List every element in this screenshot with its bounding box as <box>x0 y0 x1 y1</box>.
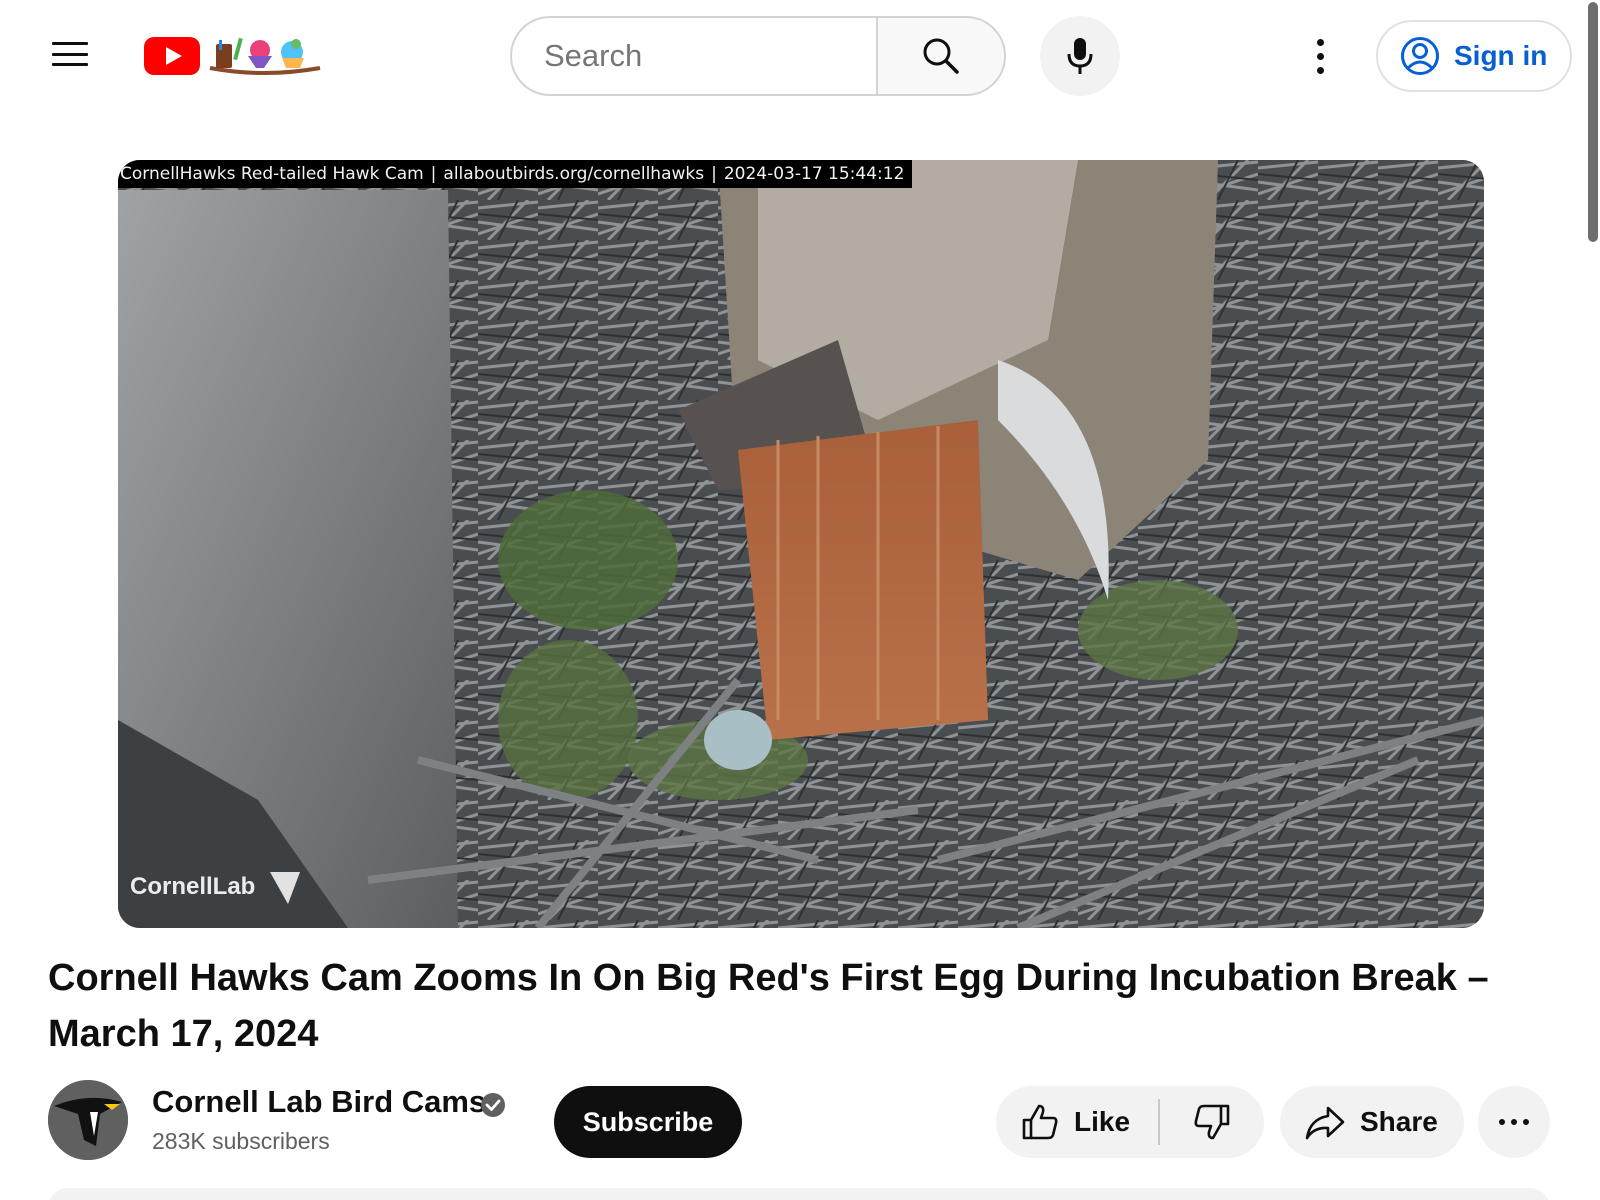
video-frame <box>118 160 1484 928</box>
subscribe-button[interactable]: Subscribe <box>554 1086 742 1158</box>
overlay-separator: | <box>430 164 437 184</box>
like-button[interactable]: Like <box>996 1086 1158 1158</box>
account-circle-icon <box>1401 37 1439 75</box>
verified-check-icon <box>481 1093 505 1117</box>
search-button[interactable] <box>876 16 1006 96</box>
subscriber-count: 283K subscribers <box>152 1128 330 1154</box>
microphone-icon <box>1067 38 1093 74</box>
page-scrollbar[interactable] <box>1586 0 1600 1200</box>
settings-menu-button[interactable] <box>1300 36 1340 76</box>
sign-in-button[interactable]: Sign in <box>1376 20 1572 92</box>
thumb-up-icon <box>1022 1104 1058 1140</box>
cornell-lab-logo-icon <box>48 1080 128 1160</box>
svg-text:CornellLab: CornellLab <box>130 873 255 900</box>
masthead: Sign in <box>0 0 1600 112</box>
search-input[interactable] <box>542 37 876 75</box>
like-dislike-group: Like <box>996 1086 1264 1158</box>
cam-timestamp: 2024-03-17 15:44:12 <box>723 164 905 184</box>
overlay-separator: | <box>711 164 717 184</box>
cam-name: CornellHawks Red-tailed Hawk Cam <box>120 164 424 184</box>
cam-url: allaboutbirds.org/cornellhawks <box>443 164 705 184</box>
search-field <box>510 16 876 96</box>
share-arrow-icon <box>1305 1106 1345 1140</box>
video-player[interactable]: CornellHawks Red-tailed Hawk Cam | allabou… <box>118 160 1484 928</box>
cornell-lab-watermark: CornellLab <box>130 872 300 904</box>
voice-search-button[interactable] <box>1040 16 1120 96</box>
youtube-watch-page: Sign in <box>0 0 1600 1200</box>
channel-name[interactable]: Cornell Lab Bird Cams <box>152 1084 486 1120</box>
scrollbar-thumb[interactable] <box>1588 2 1598 242</box>
search-icon <box>923 38 959 74</box>
share-label: Share <box>1360 1106 1438 1137</box>
channel-avatar[interactable] <box>48 1080 128 1160</box>
dislike-button[interactable] <box>1160 1086 1264 1158</box>
description-box[interactable] <box>48 1188 1550 1200</box>
share-button[interactable]: Share <box>1280 1086 1464 1158</box>
cam-info-overlay: CornellHawks Red-tailed Hawk Cam | allabou… <box>118 160 913 188</box>
like-label: Like <box>1074 1106 1131 1137</box>
search-box <box>510 16 1006 96</box>
hamburger-menu-icon[interactable] <box>46 34 94 74</box>
thumb-down-icon <box>1194 1104 1230 1140</box>
video-title: Cornell Hawks Cam Zooms In On Big Red's … <box>48 957 1489 1055</box>
more-actions-button[interactable] <box>1478 1086 1550 1158</box>
youtube-logo[interactable] <box>144 34 324 78</box>
sign-in-label: Sign in <box>1454 40 1548 71</box>
